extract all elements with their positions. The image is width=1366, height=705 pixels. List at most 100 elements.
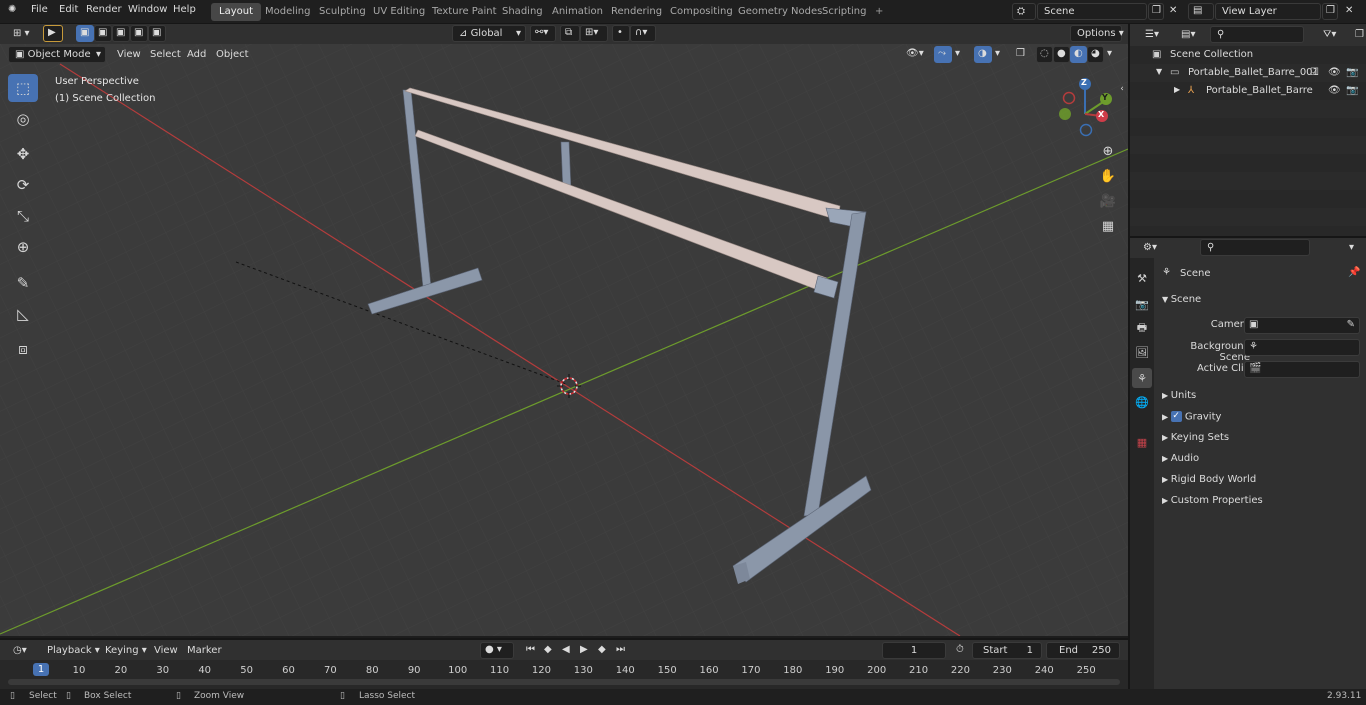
- snap-toggle-icon[interactable]: ⧉: [560, 25, 580, 42]
- playhead-frame-indicator[interactable]: 1: [33, 663, 49, 676]
- eyedropper-icon[interactable]: ✎: [1347, 319, 1355, 330]
- shading-solid-icon[interactable]: ●: [1053, 46, 1070, 63]
- cursor-tool-icon[interactable]: ◎: [8, 105, 38, 133]
- scene-panel-header[interactable]: ▼ Scene: [1156, 290, 1362, 309]
- tab-modeling[interactable]: Modeling: [257, 3, 319, 21]
- xray-toggle-icon[interactable]: ❒: [1012, 46, 1030, 63]
- measure-tool-icon[interactable]: ◺: [8, 300, 38, 328]
- add-cube-tool-icon[interactable]: ⧈: [8, 335, 38, 363]
- viewport-menu-add[interactable]: Add: [187, 49, 206, 60]
- current-frame-field[interactable]: 1: [882, 642, 946, 659]
- menu-file[interactable]: File: [31, 4, 48, 15]
- exclude-checkbox-icon[interactable]: ☑: [1310, 67, 1319, 78]
- new-view-layer-icon[interactable]: ❐: [1322, 3, 1338, 20]
- jump-end-icon[interactable]: ⏭: [612, 642, 630, 659]
- mode-dropdown[interactable]: ▣ Object Mode ▾: [8, 46, 106, 63]
- gizmo-y-label[interactable]: Y: [1102, 93, 1108, 102]
- tab-shading[interactable]: Shading: [494, 3, 551, 21]
- delete-view-layer-icon[interactable]: ✕: [1340, 3, 1358, 20]
- scene-selector-icon[interactable]: ⛭: [1012, 3, 1036, 20]
- camera-view-icon[interactable]: 🎥: [1097, 190, 1119, 212]
- active-clip-field[interactable]: 🎬: [1244, 361, 1360, 378]
- outliner-row-collection[interactable]: ▼ ▭ Portable_Ballet_Barre_001 ☑ 👁 📷: [1130, 64, 1366, 82]
- blender-logo-icon[interactable]: ✺: [8, 4, 16, 15]
- preview-range-icon[interactable]: ⏱: [952, 642, 970, 659]
- select-mode-extend-icon[interactable]: ▣: [94, 25, 112, 42]
- output-tab-icon[interactable]: 🖶: [1132, 318, 1152, 338]
- object-visibility-eye-icon[interactable]: 👁: [1328, 85, 1341, 96]
- object-render-camera-icon[interactable]: 📷: [1346, 85, 1358, 96]
- view-layer-field[interactable]: View Layer: [1215, 3, 1321, 20]
- auto-keying-icon[interactable]: ● ▾: [480, 642, 514, 659]
- tweak-mode-icon[interactable]: ▶: [43, 25, 63, 42]
- tab-animation[interactable]: Animation: [544, 3, 611, 21]
- select-mode-new-icon[interactable]: ▣: [76, 25, 94, 42]
- scene-tab-icon[interactable]: ⚘: [1132, 368, 1152, 388]
- tab-scripting[interactable]: Scripting: [814, 3, 874, 21]
- zoom-view-icon[interactable]: ⊕: [1097, 140, 1119, 162]
- world-tab-icon[interactable]: 🌐: [1132, 392, 1152, 412]
- properties-options-icon[interactable]: ▾: [1342, 239, 1362, 256]
- play-icon[interactable]: ▶: [576, 642, 594, 659]
- add-workspace-icon[interactable]: +: [867, 3, 891, 21]
- outliner-display-mode-icon[interactable]: ▤▾: [1174, 26, 1204, 43]
- overlays-dropdown-icon[interactable]: ▾: [992, 46, 1006, 63]
- audio-panel-header[interactable]: ▶ Audio: [1156, 449, 1362, 468]
- gizmo-x-label[interactable]: X: [1098, 110, 1104, 119]
- visibility-eye-icon[interactable]: 👁: [1328, 67, 1341, 78]
- timeline-menu-view[interactable]: View: [154, 645, 178, 656]
- sidebar-toggle-icon[interactable]: ‹: [1117, 78, 1127, 100]
- pin-icon[interactable]: 📌: [1348, 267, 1360, 278]
- outliner-filter-icon[interactable]: ⛛▾: [1316, 26, 1346, 43]
- properties-editor-type-icon[interactable]: ⚙▾: [1136, 239, 1166, 256]
- tab-texture-paint[interactable]: Texture Paint: [424, 3, 505, 21]
- viewport-menu-view[interactable]: View: [117, 49, 141, 60]
- select-mode-subtract-icon[interactable]: ▣: [112, 25, 130, 42]
- menu-help[interactable]: Help: [173, 4, 196, 15]
- menu-render[interactable]: Render: [86, 4, 122, 15]
- timeline-ruler[interactable]: 1 10 20 30 40 50 60 70 80 90 100 110 120 130 140 150 160…: [0, 660, 1128, 689]
- render-camera-icon[interactable]: 📷: [1346, 67, 1358, 78]
- outliner-search-input[interactable]: ⚲: [1210, 26, 1304, 43]
- background-scene-field[interactable]: ⚘: [1244, 339, 1360, 356]
- select-box-tool-icon[interactable]: ⬚: [8, 74, 38, 102]
- timeline-menu-marker[interactable]: Marker: [187, 645, 222, 656]
- timeline-scrollbar[interactable]: [8, 679, 1120, 685]
- viewport-menu-select[interactable]: Select: [150, 49, 181, 60]
- play-reverse-icon[interactable]: ◀: [558, 642, 576, 659]
- scale-tool-icon[interactable]: ⤡: [8, 202, 38, 230]
- camera-field[interactable]: ▣ ✎: [1244, 317, 1360, 334]
- snap-target-icon[interactable]: ⊞▾: [580, 25, 608, 42]
- outliner-row-object[interactable]: ▶ ⅄ Portable_Ballet_Barre 👁 📷: [1130, 82, 1366, 100]
- options-dropdown[interactable]: Options ▾: [1070, 25, 1124, 42]
- tab-rendering[interactable]: Rendering: [603, 3, 670, 21]
- transform-tool-icon[interactable]: ⊕: [8, 233, 38, 261]
- new-collection-icon[interactable]: ❐: [1348, 26, 1366, 43]
- shading-rendered-icon[interactable]: ◕: [1087, 46, 1104, 63]
- end-frame-field[interactable]: End 250: [1046, 642, 1120, 659]
- keying-sets-panel-header[interactable]: ▶ Keying Sets: [1156, 428, 1362, 447]
- render-tab-icon[interactable]: 📷: [1132, 294, 1152, 314]
- outliner-row-scene-collection[interactable]: ▣ Scene Collection: [1130, 46, 1366, 64]
- tab-layout[interactable]: Layout: [211, 3, 261, 21]
- select-mode-intersect-icon[interactable]: ▣: [148, 25, 166, 42]
- pivot-point-icon[interactable]: ⚯▾: [530, 25, 556, 42]
- expand-collection-icon[interactable]: ▼: [1156, 67, 1162, 76]
- outliner-editor-type-icon[interactable]: ☰▾: [1138, 26, 1168, 43]
- view-layer-tab-icon[interactable]: 🖼: [1132, 342, 1152, 362]
- gizmo-z-label[interactable]: Z: [1081, 78, 1087, 87]
- annotate-tool-icon[interactable]: ✎: [8, 269, 38, 297]
- tool-tab-icon[interactable]: ⚒: [1132, 268, 1152, 288]
- proportional-falloff-icon[interactable]: ∩▾: [630, 25, 656, 42]
- tab-compositing[interactable]: Compositing: [662, 3, 741, 21]
- delete-scene-icon[interactable]: ✕: [1164, 3, 1182, 20]
- keying-menu[interactable]: Keying ▾: [98, 642, 147, 659]
- new-scene-icon[interactable]: ❐: [1148, 3, 1164, 20]
- texture-tab-icon[interactable]: ▦: [1132, 432, 1152, 452]
- custom-properties-panel-header[interactable]: ▶ Custom Properties: [1156, 491, 1362, 510]
- tab-uv-editing[interactable]: UV Editing: [365, 3, 433, 21]
- proportional-edit-icon[interactable]: •: [612, 25, 630, 42]
- viewport-menu-object[interactable]: Object: [216, 49, 249, 60]
- scene-name-field[interactable]: Scene: [1037, 3, 1147, 20]
- editor-type-icon[interactable]: ⊞ ▾: [6, 25, 36, 42]
